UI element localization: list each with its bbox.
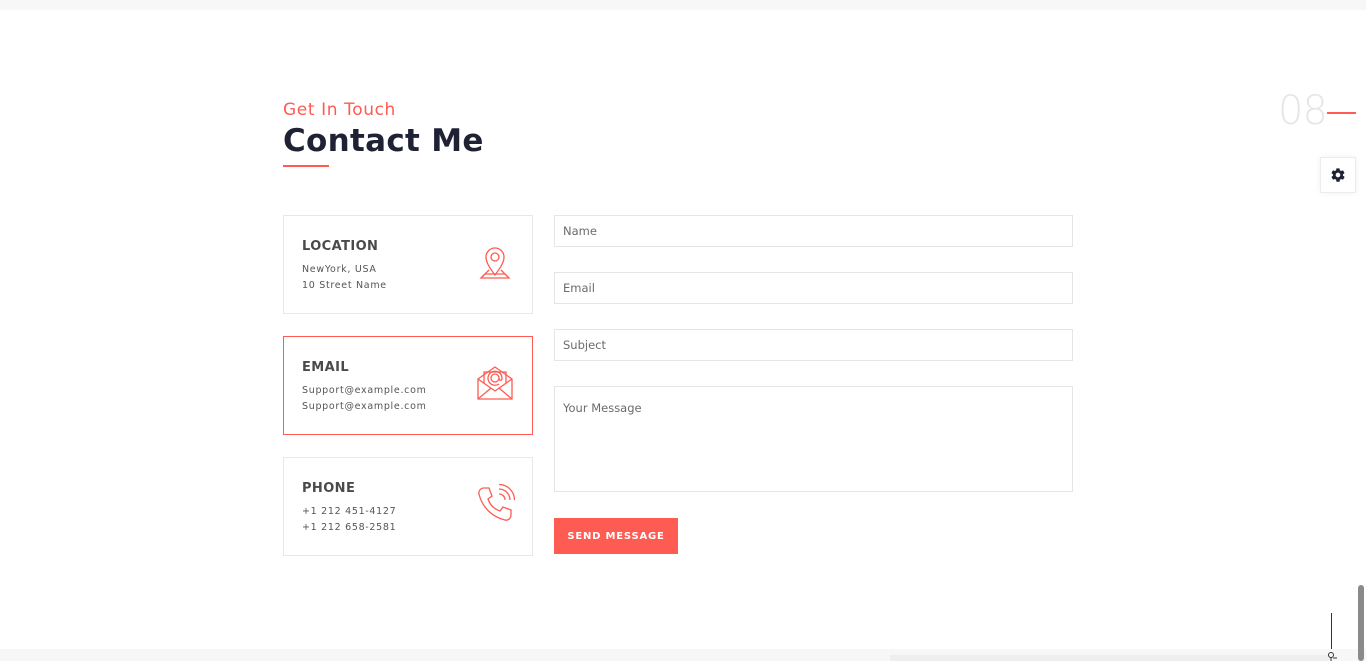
email-line-1: Support@example.com bbox=[302, 385, 427, 396]
envelope-icon bbox=[477, 366, 513, 400]
phone-icon bbox=[478, 484, 515, 521]
email-card: EMAIL Support@example.com Support@exampl… bbox=[283, 336, 533, 435]
email-line-2: Support@example.com bbox=[302, 401, 427, 412]
scroll-indicator-line bbox=[1331, 613, 1332, 649]
send-message-button[interactable]: SEND MESSAGE bbox=[554, 518, 678, 554]
phone-heading: PHONE bbox=[302, 481, 356, 496]
section-subtitle: Get In Touch bbox=[283, 100, 396, 120]
section-number-line bbox=[1327, 112, 1356, 114]
bottom-strip-shadow bbox=[890, 655, 1330, 661]
page-scrollbar[interactable] bbox=[1358, 585, 1364, 661]
location-line-2: 10 Street Name bbox=[302, 280, 387, 291]
map-pin-icon bbox=[479, 247, 511, 279]
subject-input[interactable] bbox=[554, 329, 1073, 361]
location-card: LOCATION NewYork, USA 10 Street Name bbox=[283, 215, 533, 314]
section-number: 08 bbox=[1278, 88, 1328, 134]
location-line-1: NewYork, USA bbox=[302, 264, 377, 275]
settings-button[interactable] bbox=[1320, 157, 1356, 193]
email-heading: EMAIL bbox=[302, 360, 349, 375]
title-underline bbox=[283, 165, 329, 167]
email-input[interactable] bbox=[554, 272, 1073, 304]
top-strip bbox=[0, 0, 1366, 10]
section-heading: Get In Touch Contact Me bbox=[283, 100, 484, 167]
phone-line-2: +1 212 658-2581 bbox=[302, 522, 397, 533]
phone-card: PHONE +1 212 451-4127 +1 212 658-2581 bbox=[283, 457, 533, 556]
message-textarea[interactable] bbox=[554, 386, 1073, 492]
name-input[interactable] bbox=[554, 215, 1073, 247]
scroll-indicator-icon[interactable] bbox=[1326, 652, 1338, 661]
section-title: Contact Me bbox=[283, 123, 484, 159]
phone-line-1: +1 212 451-4127 bbox=[302, 506, 397, 517]
gear-icon bbox=[1331, 168, 1345, 182]
location-heading: LOCATION bbox=[302, 239, 379, 254]
